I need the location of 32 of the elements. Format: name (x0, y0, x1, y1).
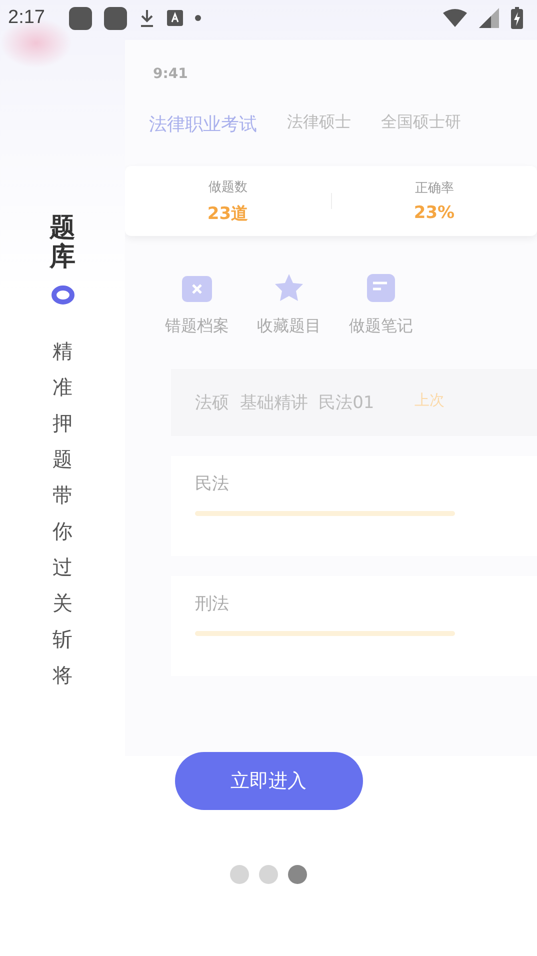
subject-name: 民法 (195, 474, 229, 494)
stat-label: 做题数 (208, 178, 248, 196)
enter-button[interactable]: 立即进入 (174, 752, 362, 810)
wifi-icon (443, 8, 467, 28)
category-tab[interactable]: 法律硕士 (287, 112, 351, 136)
stat-label: 正确率 (414, 180, 454, 197)
shortcut-label[interactable]: 错题档案 (165, 316, 229, 337)
signal-icon (479, 8, 499, 28)
slogan-text: 精准押题带你过关斩将 (52, 338, 72, 690)
page-dot[interactable] (230, 865, 249, 884)
page-dot[interactable] (288, 865, 307, 884)
subject-name: 刑法 (195, 594, 229, 614)
download-icon (138, 8, 155, 28)
phone-time: 9:41 (153, 66, 189, 82)
side-title: 题库 (50, 214, 76, 272)
stat-value: 23道 (207, 202, 248, 224)
notification-icon (68, 6, 92, 30)
ring-icon (50, 285, 74, 306)
notification-icon (104, 6, 127, 30)
dot-icon (194, 15, 201, 21)
stat-value: 23% (414, 203, 455, 223)
category-tab[interactable]: 全国硕士研 (381, 112, 461, 136)
shortcut-label[interactable]: 做题笔记 (349, 316, 413, 337)
shortcut-label[interactable]: 收藏题目 (257, 316, 321, 337)
clock-time: 2:17 (8, 7, 45, 29)
course-title: 法硕 基础精讲 民法01 (195, 392, 374, 414)
translate-icon (166, 10, 183, 26)
page-dot[interactable] (259, 865, 278, 884)
note-icon[interactable] (364, 272, 398, 304)
category-tab[interactable]: 法律职业考试 (149, 112, 257, 136)
last-study-hint: 上次 (414, 391, 444, 411)
battery-icon (511, 7, 523, 29)
